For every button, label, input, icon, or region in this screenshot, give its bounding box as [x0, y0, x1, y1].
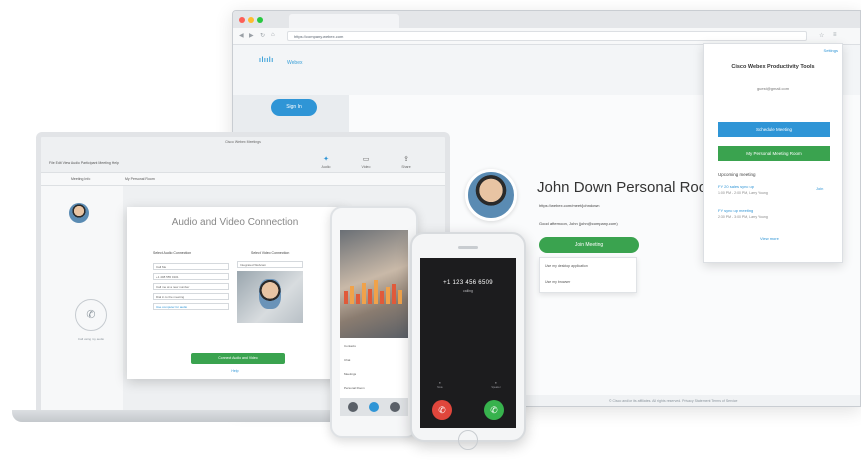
activity-bar [380, 291, 384, 304]
menu-icon[interactable]: ≡ [833, 32, 837, 38]
profile-dropdown: Settings Cisco Webex Productivity Tools … [703, 43, 843, 263]
share-label: Share [401, 165, 411, 169]
audio-option-field[interactable]: Use computer for audio [153, 303, 229, 310]
audio-video-dialog: Audio and Video Connection Select Audio … [127, 207, 343, 379]
activity-bar [362, 283, 366, 304]
phone-back-screen: Contacts Chat Meetings Personal Room [340, 230, 408, 416]
activity-bar [392, 284, 396, 304]
audio-column-title: Select Audio Connection [153, 251, 192, 255]
audio-label: Audio [321, 165, 331, 169]
home-button[interactable] [458, 430, 478, 450]
video-source-select[interactable]: Integrated Webcam [237, 261, 303, 268]
activity-bar [386, 287, 390, 304]
browser-tab-bar [233, 11, 860, 28]
browser-tab[interactable] [289, 14, 399, 28]
activity-chart [344, 230, 404, 338]
speaker-label: Speaker [491, 386, 501, 389]
activity-bar [356, 293, 360, 304]
url-field[interactable]: https://company.webex.com [287, 31, 807, 41]
video-icon[interactable]: ▭ [359, 155, 373, 163]
video-label: Video [361, 165, 371, 169]
list-item[interactable]: Meetings [344, 372, 356, 376]
forward-icon[interactable]: ▶ [249, 32, 254, 39]
personal-room-tab[interactable]: My Personal Room [125, 177, 155, 181]
audio-option-field[interactable]: Call Me [153, 263, 229, 270]
call-label: Call using my audio [77, 337, 105, 341]
profile-email: guest@gmail.com [756, 86, 790, 91]
schedule-meeting-button[interactable]: Schedule Meeting [718, 122, 830, 137]
view-more-link[interactable]: View more [760, 236, 779, 241]
personal-room-title: John Down Personal Room [537, 179, 720, 196]
laptop-window-title: Cisco Webex Meetings [225, 140, 261, 144]
more-icon[interactable] [390, 402, 400, 412]
meeting-time: 2:30 PM - 3:00 PM, Larry Young [718, 215, 768, 219]
personal-room-url[interactable]: https://webex.com/meet/johndown [539, 203, 599, 208]
phone-icon[interactable]: ✆ [75, 299, 107, 331]
join-meeting-button[interactable]: Join Meeting [539, 237, 639, 253]
phone-back: Contacts Chat Meetings Personal Room [330, 206, 418, 438]
join-option-browser[interactable]: Use my browser [545, 280, 570, 284]
laptop-menu-bar[interactable]: File Edit View Audio Participant Meeting… [49, 161, 119, 165]
video-icon[interactable] [369, 402, 379, 412]
audio-option-field[interactable]: Dial in to the meeting [153, 293, 229, 300]
mute-icon[interactable]: ▪ [434, 380, 446, 385]
meeting-title[interactable]: FY 20 sales sync up [718, 184, 754, 189]
meeting-title[interactable]: FY sync up meeting [718, 208, 753, 213]
meeting-join-link[interactable]: Join [816, 186, 823, 191]
window-minimize-dot[interactable] [248, 17, 254, 23]
activity-bar [344, 290, 348, 304]
sign-in-button[interactable]: Sign In [271, 99, 317, 116]
phone-front: +1 123 456 6509 calling ▪ Mute ▪ Speaker… [410, 232, 526, 450]
help-link[interactable]: Help [127, 369, 343, 373]
phone-number-field[interactable]: +1 408 555 0101 [153, 273, 229, 280]
avatar [69, 203, 89, 223]
activity-bar [350, 285, 354, 304]
personal-room-button[interactable]: My Personal Meeting Room [718, 146, 830, 161]
mute-label: Mute [437, 386, 443, 389]
reload-icon[interactable]: ↻ [260, 32, 265, 39]
meeting-time: 1:00 PM - 2:00 PM, Larry Young [718, 191, 768, 195]
back-icon[interactable]: ◀ [239, 32, 244, 39]
profile-name: Cisco Webex Productivity Tools [731, 64, 815, 70]
settings-link[interactable]: Settings [824, 48, 838, 53]
audio-icon[interactable]: ✦ [319, 155, 333, 163]
call-status: calling [463, 289, 473, 293]
activity-bar [368, 288, 372, 304]
laptop-subtoolbar: Meeting Info My Personal Room [41, 172, 445, 186]
preview-person [259, 279, 281, 309]
speaker-icon[interactable]: ▪ [490, 380, 502, 385]
video-preview [237, 271, 303, 323]
extensions-icon[interactable]: ☆ [819, 32, 824, 39]
upcoming-label: Upcoming meeting [718, 172, 756, 177]
window-close-dot[interactable] [239, 17, 245, 23]
logo-text: Webex [287, 60, 303, 66]
phone-menu-list: Contacts Chat Meetings Personal Room [340, 338, 408, 398]
home-icon[interactable]: ⌂ [271, 32, 275, 38]
avatar-large [465, 169, 517, 221]
caller-number: +1 123 456 6509 [443, 280, 493, 286]
meeting-info-tab[interactable]: Meeting Info [71, 177, 90, 181]
connect-button[interactable]: Connect Audio and Video [191, 353, 285, 364]
greeting-text: Good afternoon, John (john@company.com) [539, 221, 618, 226]
photo-banner [340, 230, 408, 338]
activity-bar [374, 279, 378, 304]
window-maximize-dot[interactable] [257, 17, 263, 23]
list-item[interactable]: Chat [344, 358, 350, 362]
list-item[interactable]: Personal Room [344, 386, 365, 390]
join-options-menu: Use my desktop application Use my browse… [539, 257, 637, 293]
video-column-title: Select Video Connection [251, 251, 290, 255]
activity-bar [398, 290, 402, 304]
share-icon[interactable]: ⇪ [399, 155, 413, 163]
end-call-button[interactable]: ✆ [432, 400, 452, 420]
join-option-desktop[interactable]: Use my desktop application [545, 264, 588, 268]
dialog-title: Audio and Video Connection [171, 217, 299, 228]
audio-option-field[interactable]: Call me at a new number [153, 283, 229, 290]
cisco-logo-icon: ılıılı [259, 57, 274, 64]
mic-icon[interactable] [348, 402, 358, 412]
phone-dock [340, 398, 408, 416]
accept-call-button[interactable]: ✆ [484, 400, 504, 420]
speaker-grille [458, 246, 478, 249]
list-item[interactable]: Contacts [344, 344, 356, 348]
call-screen: +1 123 456 6509 calling ▪ Mute ▪ Speaker… [420, 258, 516, 428]
